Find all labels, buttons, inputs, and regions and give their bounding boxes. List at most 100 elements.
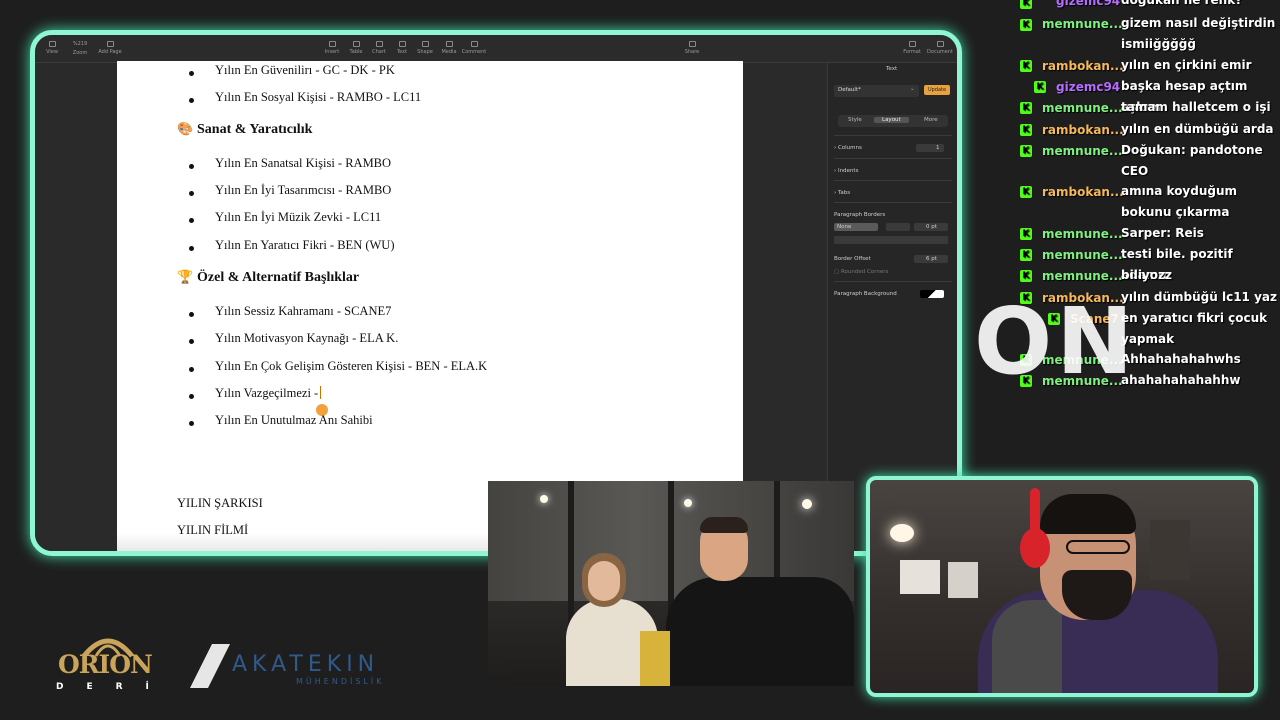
ceiling-light <box>802 499 812 509</box>
tab-more[interactable]: More <box>924 117 938 123</box>
chat-username[interactable]: rambokan... <box>1042 59 1124 73</box>
kick-badge-icon: K <box>1020 102 1032 114</box>
chat-text: yılın en dümbüğü arda <box>1121 122 1274 136</box>
paragraph-style-select[interactable]: Default* <box>834 85 919 97</box>
toolbar-document-button[interactable]: Document <box>925 41 955 55</box>
bullet-dot <box>189 394 194 399</box>
list-item[interactable]: Yılın En Sanatsal Kişisi - RAMBO <box>215 156 391 171</box>
trophy-icon: 🏆 <box>177 270 194 285</box>
toolbar-view-button[interactable]: View <box>37 41 67 55</box>
bullet-dot <box>189 191 194 196</box>
list-item[interactable]: Yılın Motivasyon Kaynağı - ELA K. <box>215 331 398 346</box>
chart-icon <box>375 41 383 47</box>
view-icon <box>48 41 56 47</box>
webcam-streamer <box>866 476 1258 697</box>
bullet-dot <box>189 98 194 103</box>
border-color-well[interactable] <box>886 223 910 231</box>
orion-sub: DERİ <box>56 682 172 692</box>
chat-username[interactable]: memnune... <box>1042 227 1123 241</box>
ceiling-light <box>540 495 548 503</box>
columns-label[interactable]: › Columns <box>834 145 862 151</box>
canvas-background-left <box>35 63 117 551</box>
chat-username[interactable]: memnune... <box>1042 144 1123 158</box>
chat-username[interactable]: memnune... <box>1042 269 1123 283</box>
list-item[interactable]: Yılın En Güvenilirı - GC - DK - PK <box>215 63 395 78</box>
list-item[interactable]: Yılın En Çok Gelişim Gösteren Kişisi - B… <box>215 359 487 374</box>
list-item[interactable]: Yılın En İyi Müzik Zevki - LC11 <box>215 210 381 225</box>
paragraph-background-label: Paragraph Background <box>834 291 897 297</box>
chat-text: yılın dümbüğü lc11 yaz <box>1121 290 1277 304</box>
kick-badge-icon: K <box>1020 145 1032 157</box>
chat-text: yılın en çirkini emir <box>1121 58 1252 72</box>
chat-text: Ahhahahahahwhs <box>1121 352 1241 366</box>
toolbar-comment-button[interactable]: Comment <box>459 41 489 55</box>
plain-line[interactable]: YILIN ŞARKISI <box>177 496 263 511</box>
kick-badge-icon: K <box>1020 228 1032 240</box>
indents-section[interactable]: › Indents <box>834 168 858 174</box>
chat-username[interactable]: rambokan... <box>1042 185 1124 199</box>
kick-badge-icon: K <box>1020 0 1032 9</box>
chat-text: tamam halletcem o işi <box>1121 100 1271 114</box>
columns-value: 1 <box>936 145 940 151</box>
chat-text: gizem nasıl değiştirdin ismiiğğğğğ <box>1121 16 1276 51</box>
toolbar-format-button[interactable]: Format <box>897 41 927 55</box>
bullet-dot <box>189 421 194 426</box>
ceiling-light <box>684 499 692 507</box>
toolbar-zoom-button[interactable]: %219 Zoom <box>65 41 95 56</box>
bullet-dot <box>189 71 194 76</box>
toolbar-add-page-button[interactable]: Add Page <box>95 41 125 55</box>
akatekin-word: AKATEKIN <box>232 652 380 677</box>
media-icon <box>445 41 453 47</box>
chat-text: amına koyduğum bokunu çıkarma <box>1121 184 1238 219</box>
orion-word: ORION <box>58 650 153 679</box>
screen-share-frame: View %219 Zoom Add Page Insert Table Char… <box>30 30 962 556</box>
kick-badge-icon: K <box>1020 186 1032 198</box>
ceiling-light <box>890 524 914 542</box>
chat-username[interactable]: memnune... <box>1042 248 1123 262</box>
bullet-dot <box>189 339 194 344</box>
tab-layout[interactable]: Layout <box>874 117 909 123</box>
akatekin-slash-icon <box>190 644 230 688</box>
list-item[interactable]: Yılın Sessiz Kahramanı - SCANE7 <box>215 304 391 319</box>
chat-text: Doğukan: pandotone CEO <box>1121 143 1263 178</box>
tab-style[interactable]: Style <box>848 117 862 123</box>
columns-stepper[interactable] <box>916 144 944 152</box>
pages-toolbar: View %219 Zoom Add Page Insert Table Char… <box>35 35 957 63</box>
section-heading[interactable]: 🎨 Sanat & Yaratıcılık <box>177 122 312 138</box>
toolbar-share-button[interactable]: Share <box>677 41 707 55</box>
palette-icon: 🎨 <box>177 122 194 137</box>
list-item[interactable]: Yılın En Yaratıcı Fikri - BEN (WU) <box>215 238 395 253</box>
background-color-well[interactable] <box>920 290 944 298</box>
chat-username[interactable]: memnune... <box>1042 101 1123 115</box>
chat-username[interactable]: gizemc94 <box>1056 0 1120 8</box>
glasses <box>1066 540 1130 554</box>
list-item-editing[interactable]: Yılın Vazgeçilmezi - <box>215 386 322 401</box>
chat-text: en yaratıcı fikri çocuk yapmak <box>1121 311 1268 346</box>
chat-username[interactable]: rambokan... <box>1042 123 1124 137</box>
list-item[interactable]: Yılın En Unutulmaz Anı Sahibi <box>215 413 373 428</box>
share-icon <box>688 41 696 47</box>
document-icon <box>936 41 944 47</box>
update-button[interactable]: Update <box>924 85 950 95</box>
table-icon <box>352 41 360 47</box>
akatekin-sub: MÜHENDİSLİK <box>296 677 385 686</box>
border-position-buttons[interactable] <box>834 236 948 244</box>
chat-username[interactable]: gizemc94 <box>1056 80 1120 94</box>
comment-icon <box>470 41 478 47</box>
list-item[interactable]: Yılın En Sosyal Kişisi - RAMBO - LC11 <box>215 90 421 105</box>
rounded-corners-checkbox[interactable]: ▢ Rounded Corners <box>834 269 888 275</box>
kick-badge-icon: K <box>1020 270 1032 282</box>
inspector-tabs: Style Layout More <box>838 115 948 127</box>
paragraph-borders-label: Paragraph Borders <box>834 212 886 218</box>
border-offset-value: 6 pt <box>926 256 937 262</box>
kick-badge-icon: K <box>1034 81 1046 93</box>
list-item[interactable]: Yılın En İyi Tasarımcısı - RAMBO <box>215 183 391 198</box>
tabs-section[interactable]: › Tabs <box>834 190 850 196</box>
bullet-dot <box>189 164 194 169</box>
section-heading[interactable]: 🏆 Özel & Alternatif Başlıklar <box>177 270 359 286</box>
kick-badge-icon: K <box>1020 124 1032 136</box>
bullet-dot <box>189 246 194 251</box>
chat-username[interactable]: memnune... <box>1042 17 1123 31</box>
chat-text: biliyozz <box>1121 268 1172 282</box>
chat-text: ahahahahahahhw <box>1121 373 1241 387</box>
